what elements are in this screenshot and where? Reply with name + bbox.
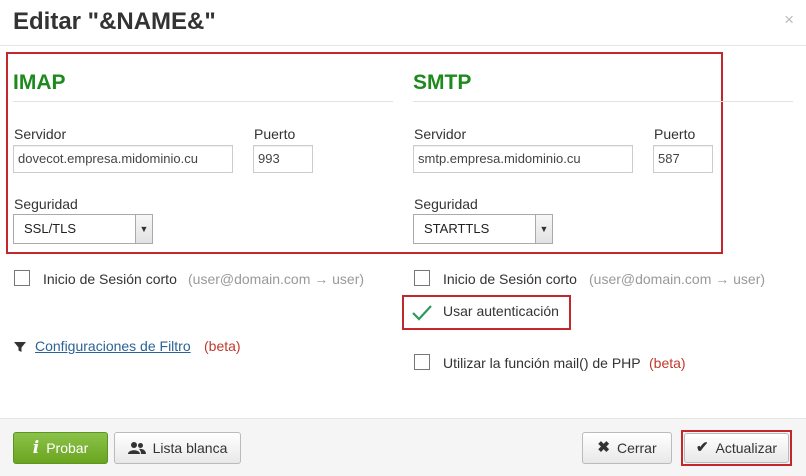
smtp-heading: SMTP [413, 71, 472, 94]
imap-divider [13, 101, 393, 102]
test-button[interactable]: i Probar [13, 432, 108, 464]
smtp-port-input[interactable]: 587 [653, 145, 713, 173]
smtp-short-login-checkbox[interactable] [414, 270, 430, 286]
filter-settings-link[interactable]: Configuraciones de Filtro [35, 338, 191, 354]
imap-security-label: Seguridad [14, 196, 78, 212]
users-icon [127, 442, 146, 454]
smtp-server-label: Servidor [414, 126, 467, 142]
smtp-server-input[interactable]: smtp.empresa.midominio.cu [413, 145, 633, 173]
checkmark-icon [412, 305, 432, 321]
update-button-label: Actualizar [715, 440, 778, 456]
filter-icon [13, 340, 27, 354]
filter-beta-badge: (beta) [204, 338, 241, 354]
use-auth-label: Usar autenticación [443, 303, 559, 319]
close-button-label: Cerrar [616, 440, 657, 456]
test-button-label: Probar [46, 440, 89, 456]
smtp-security-label: Seguridad [414, 196, 478, 212]
smtp-security-value: STARTTLS [424, 221, 490, 236]
php-mail-checkbox[interactable] [414, 354, 430, 370]
smtp-divider [413, 101, 793, 102]
use-auth-checkbox[interactable] [410, 302, 434, 322]
update-button[interactable]: ✔ Actualizar [684, 433, 789, 463]
php-mail-beta-badge: (beta) [649, 355, 686, 371]
smtp-short-login-hint: (user@domain.com → user) [589, 271, 766, 287]
php-mail-label: Utilizar la función mail() de PHP [443, 355, 641, 371]
imap-short-login-hint: (user@domain.com → user) [188, 271, 365, 287]
smtp-short-login-label: Inicio de Sesión corto [443, 271, 577, 287]
imap-server-label: Servidor [14, 126, 67, 142]
imap-port-input[interactable]: 993 [253, 145, 313, 173]
info-icon: i [32, 438, 40, 458]
imap-security-value: SSL/TLS [24, 221, 77, 236]
smtp-port-label: Puerto [654, 126, 696, 142]
close-icon: ✖ [597, 439, 610, 456]
imap-heading: IMAP [13, 71, 66, 94]
dialog-title: Editar "&NAME&" [13, 8, 216, 35]
close-icon[interactable]: × [784, 10, 794, 30]
imap-port-label: Puerto [254, 126, 296, 142]
smtp-security-select[interactable]: STARTTLS ▼ [413, 214, 553, 244]
chevron-down-icon: ▼ [135, 215, 152, 243]
chevron-down-icon: ▼ [535, 215, 552, 243]
imap-server-input[interactable]: dovecot.empresa.midominio.cu [13, 145, 233, 173]
check-icon: ✔ [695, 439, 709, 456]
imap-short-login-label: Inicio de Sesión corto [43, 271, 177, 287]
header-divider [0, 45, 806, 46]
whitelist-button-label: Lista blanca [152, 440, 228, 456]
whitelist-button[interactable]: Lista blanca [114, 432, 241, 464]
close-button[interactable]: ✖ Cerrar [582, 432, 672, 464]
imap-security-select[interactable]: SSL/TLS ▼ [13, 214, 153, 244]
imap-short-login-checkbox[interactable] [14, 270, 30, 286]
